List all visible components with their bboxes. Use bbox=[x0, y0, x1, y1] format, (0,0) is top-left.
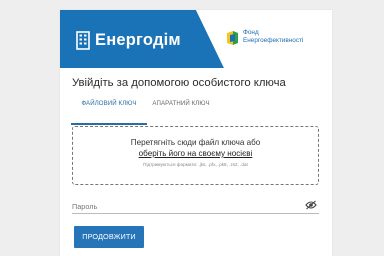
partner-logo: Фонд Енергоефективності bbox=[226, 29, 303, 46]
page-title: Увійдіть за допомогою особистого ключа bbox=[72, 77, 286, 89]
dropzone-instruction: Перетягніть сюди файл ключа або bbox=[130, 138, 261, 147]
login-card: Енергодім Фонд Енергоефективності Увійді… bbox=[60, 10, 332, 256]
continue-button[interactable]: ПРОДОВЖИТИ bbox=[74, 226, 144, 248]
password-input[interactable] bbox=[72, 200, 297, 212]
brand-logo: Енергодім bbox=[76, 29, 181, 51]
brand-name: Енергодім bbox=[95, 30, 181, 49]
energy-fund-logo-icon bbox=[227, 31, 238, 45]
building-icon bbox=[76, 30, 90, 50]
key-file-dropzone[interactable]: Перетягніть сюди файл ключа або оберіть … bbox=[72, 126, 319, 185]
key-type-tabs: ФАЙЛОВИЙ КЛЮЧ АПАРАТНИЙ КЛЮЧ bbox=[60, 98, 332, 125]
dropzone-link-row: оберіть його на своєму носієві bbox=[73, 149, 318, 158]
active-tab-indicator bbox=[71, 123, 147, 125]
brand-banner: Енергодім Фонд Енергоефективності bbox=[60, 10, 332, 68]
partner-name: Фонд Енергоефективності bbox=[243, 29, 303, 44]
partner-name-line2: Енергоефективності bbox=[243, 36, 304, 44]
tab-file-key[interactable]: ФАЙЛОВИЙ КЛЮЧ bbox=[71, 98, 147, 122]
choose-file-link[interactable]: оберіть його на своєму носієві bbox=[139, 149, 253, 158]
partner-name-line1: Фонд bbox=[243, 29, 259, 36]
password-field-wrap bbox=[72, 198, 319, 214]
tab-hardware-key[interactable]: АПАРАТНИЙ КЛЮЧ bbox=[149, 98, 213, 122]
eye-off-icon[interactable] bbox=[305, 200, 317, 210]
supported-formats: Підтримуються формати: .jks, .pfx, .pk8,… bbox=[143, 162, 248, 167]
